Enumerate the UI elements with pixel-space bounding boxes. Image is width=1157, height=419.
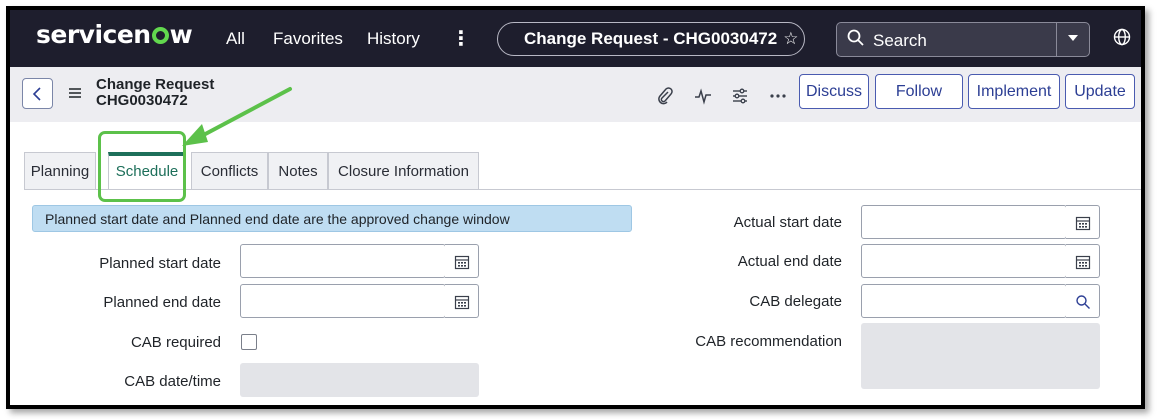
search-divider (1056, 23, 1057, 56)
actual-end-label: Actual end date (737, 253, 842, 270)
tab-baseline (24, 189, 1141, 190)
global-search[interactable]: Search (836, 22, 1090, 57)
search-input[interactable]: Search (873, 31, 927, 51)
info-banner: Planned start date and Planned end date … (32, 205, 632, 232)
nav-history[interactable]: History (367, 29, 420, 49)
paperclip-icon[interactable] (656, 87, 674, 105)
more-horizontal-icon[interactable] (769, 87, 787, 105)
cab-recommendation-label: CAB recommendation (695, 333, 842, 350)
cab-datetime-field (240, 363, 479, 397)
chevron-left-icon (32, 87, 41, 101)
actual-end-calendar-button[interactable] (1066, 244, 1100, 278)
implement-button[interactable]: Implement (968, 74, 1060, 109)
sliders-icon[interactable] (731, 87, 749, 105)
vertical-dots-icon[interactable]: ⋮ (451, 26, 471, 51)
tab-closure-information[interactable]: Closure Information (328, 152, 479, 190)
back-button[interactable] (22, 78, 53, 109)
tab-notes[interactable]: Notes (268, 152, 328, 190)
magnifier-icon (1076, 295, 1090, 309)
cab-required-label: CAB required (130, 334, 221, 351)
actual-start-calendar-button[interactable] (1066, 205, 1100, 239)
star-outline-icon[interactable]: ☆ (783, 29, 798, 48)
planned-end-calendar-button[interactable] (445, 284, 479, 318)
cab-delegate-input[interactable] (861, 284, 1067, 318)
cab-datetime-label: CAB date/time (124, 373, 221, 390)
planned-start-label: Planned start date (99, 255, 221, 272)
nav-all[interactable]: All (226, 29, 245, 49)
annotation-arrow (182, 87, 292, 146)
discuss-button[interactable]: Discuss (799, 74, 869, 109)
screenshot-frame: servicen w All Favorites History ⋮ Change… (6, 6, 1145, 409)
hamburger-icon[interactable] (68, 87, 82, 99)
record-number: CHG0030472 (96, 92, 188, 109)
logo-o-mark (151, 27, 169, 44)
update-button[interactable]: Update (1065, 74, 1135, 109)
planned-end-input[interactable] (240, 284, 446, 318)
cab-required-checkbox[interactable] (241, 334, 257, 350)
calendar-icon (1075, 255, 1091, 270)
tab-planning[interactable]: Planning (24, 152, 96, 190)
cab-delegate-lookup-button[interactable] (1066, 284, 1100, 318)
record-title-pill[interactable]: Change Request - CHG0030472 ☆ (497, 22, 805, 56)
actual-start-label: Actual start date (733, 214, 842, 231)
tab-conflicts[interactable]: Conflicts (191, 152, 268, 190)
servicenow-logo[interactable]: servicen w (36, 20, 193, 49)
planned-end-label: Planned end date (103, 294, 221, 311)
calendar-icon (454, 295, 470, 310)
highlight-box (98, 131, 186, 202)
cab-recommendation-field (861, 323, 1100, 389)
magnifier-icon (847, 29, 864, 46)
cab-delegate-label: CAB delegate (749, 293, 842, 310)
calendar-icon (454, 255, 470, 270)
caret-down-icon[interactable] (1066, 31, 1080, 45)
planned-start-input[interactable] (240, 244, 446, 278)
globe-icon[interactable] (1113, 28, 1131, 46)
actual-end-input[interactable] (861, 244, 1067, 278)
record-title: Change Request - CHG0030472 (524, 29, 778, 48)
nav-favorites[interactable]: Favorites (273, 29, 343, 49)
activity-icon[interactable] (694, 87, 712, 105)
planned-start-calendar-button[interactable] (445, 244, 479, 278)
actual-start-input[interactable] (861, 205, 1067, 239)
top-navigation-bar: servicen w All Favorites History ⋮ Change… (10, 10, 1141, 67)
calendar-icon (1075, 216, 1091, 231)
follow-button[interactable]: Follow (875, 74, 963, 109)
